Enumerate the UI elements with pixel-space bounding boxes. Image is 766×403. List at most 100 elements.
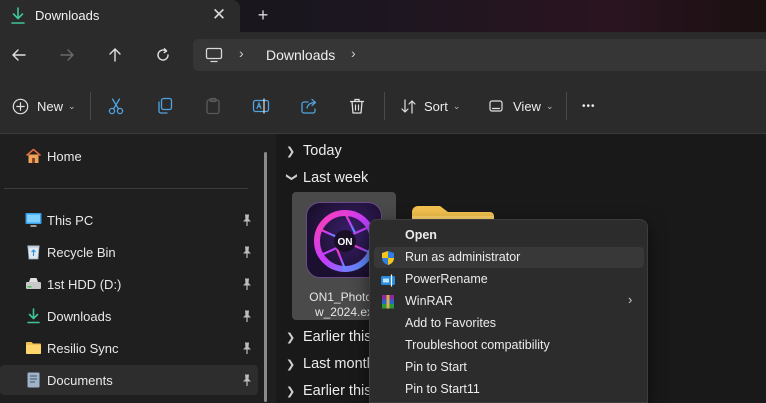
home-icon — [26, 148, 41, 163]
sidebar-scrollbar[interactable] — [264, 152, 267, 402]
plus-circle-icon — [12, 98, 29, 114]
address-bar[interactable]: › Downloads › — [193, 39, 766, 71]
divider — [384, 92, 385, 120]
sidebar-item-resilio-sync[interactable]: Resilio Sync — [0, 333, 258, 363]
sidebar-item-label: 1st HDD (D:) — [47, 277, 122, 292]
sidebar-item-label: Downloads — [47, 309, 112, 324]
download-icon — [27, 308, 40, 324]
sidebar-item-recycle-bin[interactable]: Recycle Bin — [0, 237, 258, 267]
group-header-last-month[interactable]: ❯ Last month — [286, 354, 375, 374]
menu-item-troubleshoot-compatibility[interactable]: Troubleshoot compatibility — [374, 335, 644, 356]
view-button[interactable]: View ⌄ — [488, 94, 554, 118]
group-header-today[interactable]: ❯ Today — [286, 141, 342, 161]
group-header-last-week[interactable]: ❯ Last week — [286, 168, 369, 188]
share-icon — [301, 98, 317, 114]
sidebar-item-downloads[interactable]: Downloads — [0, 301, 258, 331]
breadcrumb-separator[interactable]: › — [239, 45, 244, 61]
more-options-button[interactable]: ••• — [582, 94, 596, 118]
drive-icon — [26, 278, 41, 289]
sort-button[interactable]: Sort ⌄ — [400, 94, 460, 118]
tab-downloads[interactable]: Downloads ✕ — [0, 0, 240, 32]
context-menu: Open Run as administrator PowerRename Wi… — [369, 219, 648, 403]
menu-item-label: Pin to Start — [405, 360, 467, 374]
divider — [566, 92, 567, 120]
pin-icon[interactable] — [241, 213, 253, 227]
chevron-right-icon: ❯ — [286, 385, 296, 398]
copy-icon — [158, 97, 173, 114]
arrow-right-icon — [60, 49, 74, 61]
menu-item-powerrename[interactable]: PowerRename — [374, 269, 644, 290]
new-button[interactable]: New ⌄ — [12, 94, 76, 118]
group-label: Last month — [303, 356, 375, 372]
group-label: Today — [303, 143, 342, 159]
document-icon — [27, 372, 40, 388]
sidebar-item-label: Recycle Bin — [47, 245, 116, 260]
menu-item-label: WinRAR — [405, 294, 453, 308]
sidebar-item-label: This PC — [47, 213, 94, 228]
up-button[interactable] — [104, 44, 126, 66]
monitor-icon — [205, 47, 223, 63]
pin-icon[interactable] — [241, 373, 253, 387]
copy-button[interactable] — [156, 94, 174, 118]
pin-icon[interactable] — [241, 245, 253, 259]
navigation-bar: › Downloads › — [0, 32, 766, 78]
menu-item-label: Open — [405, 228, 437, 242]
group-label: Last week — [303, 170, 369, 186]
arrow-up-icon — [109, 48, 121, 62]
menu-item-open[interactable]: Open — [374, 225, 644, 246]
refresh-button[interactable] — [152, 44, 174, 66]
pin-icon[interactable] — [241, 341, 253, 355]
chevron-down-icon: ⌄ — [68, 100, 76, 111]
trash-icon — [349, 98, 365, 114]
chevron-down-icon: ⌄ — [452, 100, 461, 111]
new-tab-button[interactable]: + — [254, 5, 272, 25]
sort-icon — [401, 98, 416, 114]
menu-item-pin-to-start[interactable]: Pin to Start — [374, 357, 644, 378]
chevron-right-icon: ❯ — [286, 331, 296, 344]
menu-item-label: Troubleshoot compatibility — [405, 338, 550, 352]
menu-item-pin-to-start11[interactable]: Pin to Start11 — [374, 379, 644, 400]
winrar-icon — [382, 295, 394, 309]
sidebar-item-documents[interactable]: Documents — [0, 365, 258, 395]
paste-button[interactable] — [204, 94, 222, 118]
delete-button[interactable] — [348, 94, 366, 118]
pin-icon[interactable] — [241, 309, 253, 323]
sidebar-item-label: Documents — [47, 373, 113, 388]
menu-item-label: Run as administrator — [405, 250, 521, 264]
download-icon — [11, 7, 25, 24]
clipboard-icon — [206, 97, 220, 115]
arrow-left-icon — [12, 49, 26, 61]
menu-item-winrar[interactable]: WinRAR › — [374, 291, 644, 312]
back-button[interactable] — [8, 44, 30, 66]
forward-button[interactable] — [56, 44, 78, 66]
cut-button[interactable] — [107, 94, 125, 118]
menu-item-label: Pin to Start11 — [405, 382, 480, 396]
title-bar: Downloads ✕ + — [0, 0, 766, 32]
sidebar-divider — [4, 188, 248, 189]
sidebar-item-this-pc[interactable]: This PC — [0, 205, 258, 235]
refresh-icon — [157, 48, 169, 61]
group-header-earlier-this-year[interactable]: ❯ Earlier this — [286, 381, 372, 401]
menu-item-add-to-favorites[interactable]: Add to Favorites — [374, 313, 644, 334]
chevron-right-icon: › — [628, 292, 633, 307]
menu-item-run-as-administrator[interactable]: Run as administrator — [374, 247, 644, 268]
chevron-right-icon: ❯ — [286, 358, 296, 371]
uac-shield-icon — [382, 251, 394, 265]
breadcrumb-separator[interactable]: › — [351, 45, 356, 61]
view-icon — [489, 100, 503, 112]
group-header-earlier-this-week[interactable]: ❯ Earlier this — [286, 327, 372, 347]
rename-icon — [252, 98, 270, 114]
new-label: New — [37, 98, 64, 114]
menu-item-label: Add to Favorites — [405, 316, 497, 330]
tab-title: Downloads — [35, 8, 100, 23]
close-tab-icon[interactable]: ✕ — [210, 6, 228, 24]
rename-button[interactable] — [252, 94, 270, 118]
ellipsis-icon: ••• — [582, 100, 596, 112]
breadcrumb-downloads[interactable]: Downloads — [266, 47, 335, 63]
share-button[interactable] — [300, 94, 318, 118]
sort-label: Sort — [424, 98, 448, 114]
sidebar-item-home[interactable]: Home — [0, 141, 258, 171]
pin-icon[interactable] — [241, 277, 253, 291]
sidebar-item-1st-hdd[interactable]: 1st HDD (D:) — [0, 269, 258, 299]
view-label: View — [513, 98, 541, 114]
